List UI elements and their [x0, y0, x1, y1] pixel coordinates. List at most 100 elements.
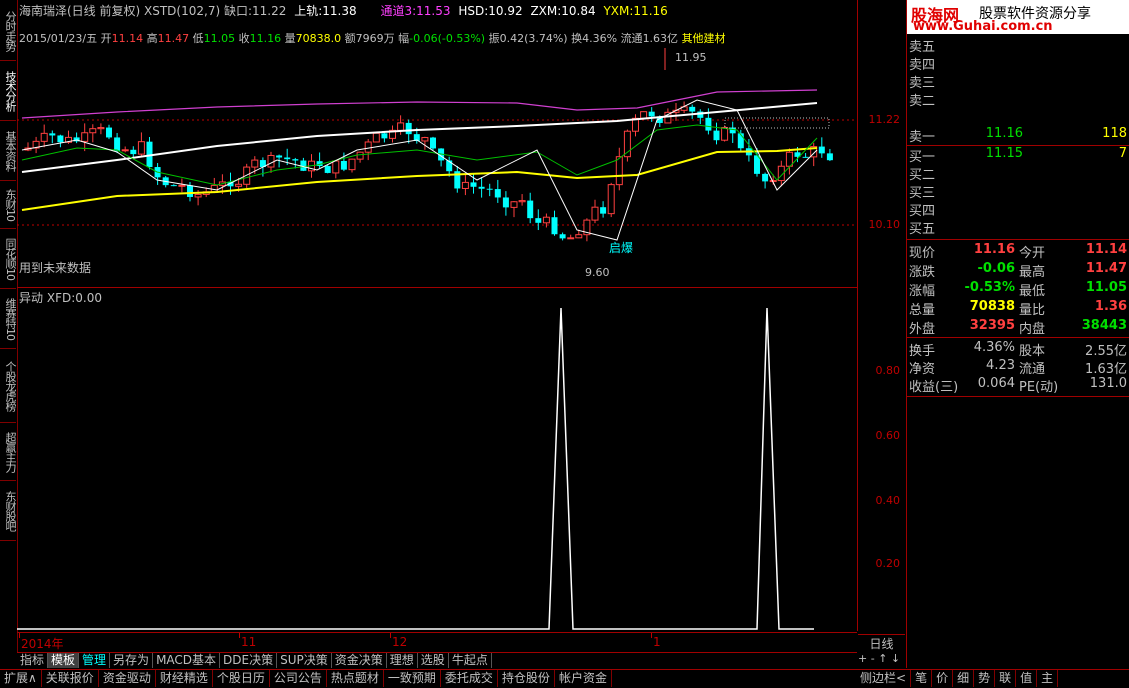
zoom-controls: + - ↑ ↓ — [858, 652, 905, 668]
candle-body — [802, 156, 809, 158]
tab-forum[interactable]: 东财股吧 — [0, 482, 17, 541]
tab-technical[interactable]: 技术分析 — [0, 62, 17, 121]
tab-dongcai[interactable]: 东财10 — [0, 182, 17, 229]
ob-label: 卖三 — [909, 76, 936, 91]
guhai-logo: 股海网 股票软件资源分享 www.Guhai.com.cn — [907, 0, 1129, 34]
tab-manage[interactable]: 管理 — [79, 653, 111, 668]
side-tab-detail[interactable]: 细 — [953, 670, 975, 687]
zoom-in-button[interactable]: + — [858, 652, 867, 665]
candle-body — [575, 234, 583, 239]
tab-timeshare[interactable]: 分时走势 — [0, 2, 17, 61]
candle-body — [137, 141, 145, 155]
candle-body — [106, 127, 112, 138]
tab-niuqidian[interactable]: 牛起点 — [449, 653, 492, 668]
time-axis: 2014年 11 12 1 — [17, 632, 857, 652]
status-expand[interactable]: 扩展∧ — [0, 670, 42, 687]
candle-body — [737, 133, 744, 149]
candle-body — [510, 201, 518, 208]
side-tab-main[interactable]: 主 — [1037, 670, 1059, 687]
candle-body — [81, 132, 89, 142]
time-label: 12 — [392, 635, 408, 649]
status-hot[interactable]: 热点题材 — [327, 670, 384, 687]
ob-label: 买二 — [909, 168, 936, 183]
status-fund-drive[interactable]: 资金驱动 — [99, 670, 156, 687]
kline-panel[interactable]: 海南瑞泽(日线 前复权) XSTD(102,7) 缺口:11.22 上轨:11.… — [17, 0, 858, 288]
ob-label: 买五 — [909, 222, 936, 237]
candle-body — [430, 137, 436, 149]
candle-body — [276, 155, 283, 158]
scroll-down-button[interactable]: ↓ — [891, 652, 900, 665]
status-consensus[interactable]: 一致预期 — [384, 670, 441, 687]
zoom-out-button[interactable]: - — [871, 652, 875, 665]
quote-row: 总量 70838 量比 1.36 — [909, 299, 1127, 318]
tab-indicator[interactable]: 指标 — [17, 653, 49, 668]
bid-row: 买五 — [907, 218, 1129, 237]
ob-label: 卖四 — [909, 58, 936, 73]
price-tick: 11.22 — [868, 113, 901, 126]
candle-body — [470, 182, 477, 187]
side-tab-trend[interactable]: 势 — [974, 670, 996, 687]
status-news[interactable]: 财经精选 — [156, 670, 213, 687]
xfd-line — [17, 307, 814, 630]
candle-body — [721, 127, 729, 141]
candle-body — [178, 184, 186, 187]
xfd-panel[interactable]: 异动 XFD:0.00 — [17, 288, 858, 631]
tab-macd[interactable]: MACD基本 — [153, 653, 221, 668]
candle-body — [397, 122, 405, 131]
divider — [907, 396, 1129, 397]
side-tab-value[interactable]: 值 — [1016, 670, 1038, 687]
side-tab-link[interactable]: 联 — [995, 670, 1017, 687]
candle-body — [640, 111, 648, 119]
candle-body — [210, 184, 218, 193]
hsd-line — [21, 99, 818, 241]
status-calendar[interactable]: 个股日历 — [213, 670, 270, 687]
candle-body — [518, 200, 526, 203]
candle-body — [235, 183, 243, 187]
tab-main-force[interactable]: 超赢主力 — [0, 424, 17, 481]
xfd-canvas[interactable] — [17, 288, 857, 631]
bid-row: 买二 — [907, 164, 1129, 183]
scroll-up-button[interactable]: ↑ — [878, 652, 887, 665]
tab-sup[interactable]: SUP决策 — [277, 653, 332, 668]
tab-fundamental[interactable]: 基本资料 — [0, 122, 17, 181]
time-label: 2014年 — [21, 637, 64, 651]
status-bar: 扩展∧ 关联报价 资金驱动 财经精选 个股日历 公司公告 热点题材 一致预期 委托成交 持仓股份帐… — [0, 669, 1129, 688]
ob-label: 买三 — [909, 186, 936, 201]
candle-body — [49, 133, 56, 136]
candle-body — [607, 184, 615, 215]
price-tick: 10.10 — [868, 218, 901, 231]
candle-body — [130, 149, 137, 155]
ask-row: 卖五 — [907, 36, 1129, 55]
candle-body — [97, 127, 105, 130]
candle-body — [591, 206, 599, 221]
tab-fund[interactable]: 资金决策 — [332, 653, 387, 668]
candle-body — [40, 132, 48, 142]
status-orders[interactable]: 委托成交 — [441, 670, 498, 687]
candle-body — [57, 135, 64, 143]
tab-save-as[interactable]: 另存为 — [110, 653, 154, 668]
time-label: 1 — [653, 635, 661, 649]
tab-dde[interactable]: DDE决策 — [220, 653, 278, 668]
candle-body — [187, 185, 193, 197]
status-account[interactable]: 帐户资金 — [555, 670, 612, 687]
tab-template[interactable]: 模板 — [48, 653, 80, 668]
candle-body — [689, 106, 696, 112]
status-positions[interactable]: 持仓股份 — [498, 670, 555, 687]
candle-body — [713, 130, 720, 141]
side-tab-price[interactable]: 价 — [932, 670, 954, 687]
kline-canvas[interactable]: 11.95 9.60 启爆 用到未来数据 — [17, 0, 857, 287]
period-button[interactable]: 日线 — [858, 634, 905, 651]
status-announce[interactable]: 公司公告 — [270, 670, 327, 687]
tab-ideal[interactable]: 理想 — [387, 653, 418, 668]
status-related[interactable]: 关联报价 — [42, 670, 99, 687]
ask-row: 卖二 — [907, 90, 1129, 109]
ask-row: 卖四 — [907, 54, 1129, 73]
tab-dragon-tiger[interactable]: 个股龙虎榜 — [0, 350, 17, 423]
tab-select[interactable]: 选股 — [418, 653, 449, 668]
quote-row: 涨跌 -0.06 最高 11.47 — [909, 261, 1127, 280]
tab-tonghuashun[interactable]: 同花顺10 — [0, 230, 17, 289]
tab-weisaite[interactable]: 维赛特10 — [0, 290, 17, 349]
sidebar-toggle[interactable]: 侧边栏< — [856, 670, 912, 687]
side-tab-bi[interactable]: 笔 — [911, 670, 933, 687]
ob-label: 卖二 — [909, 94, 936, 109]
